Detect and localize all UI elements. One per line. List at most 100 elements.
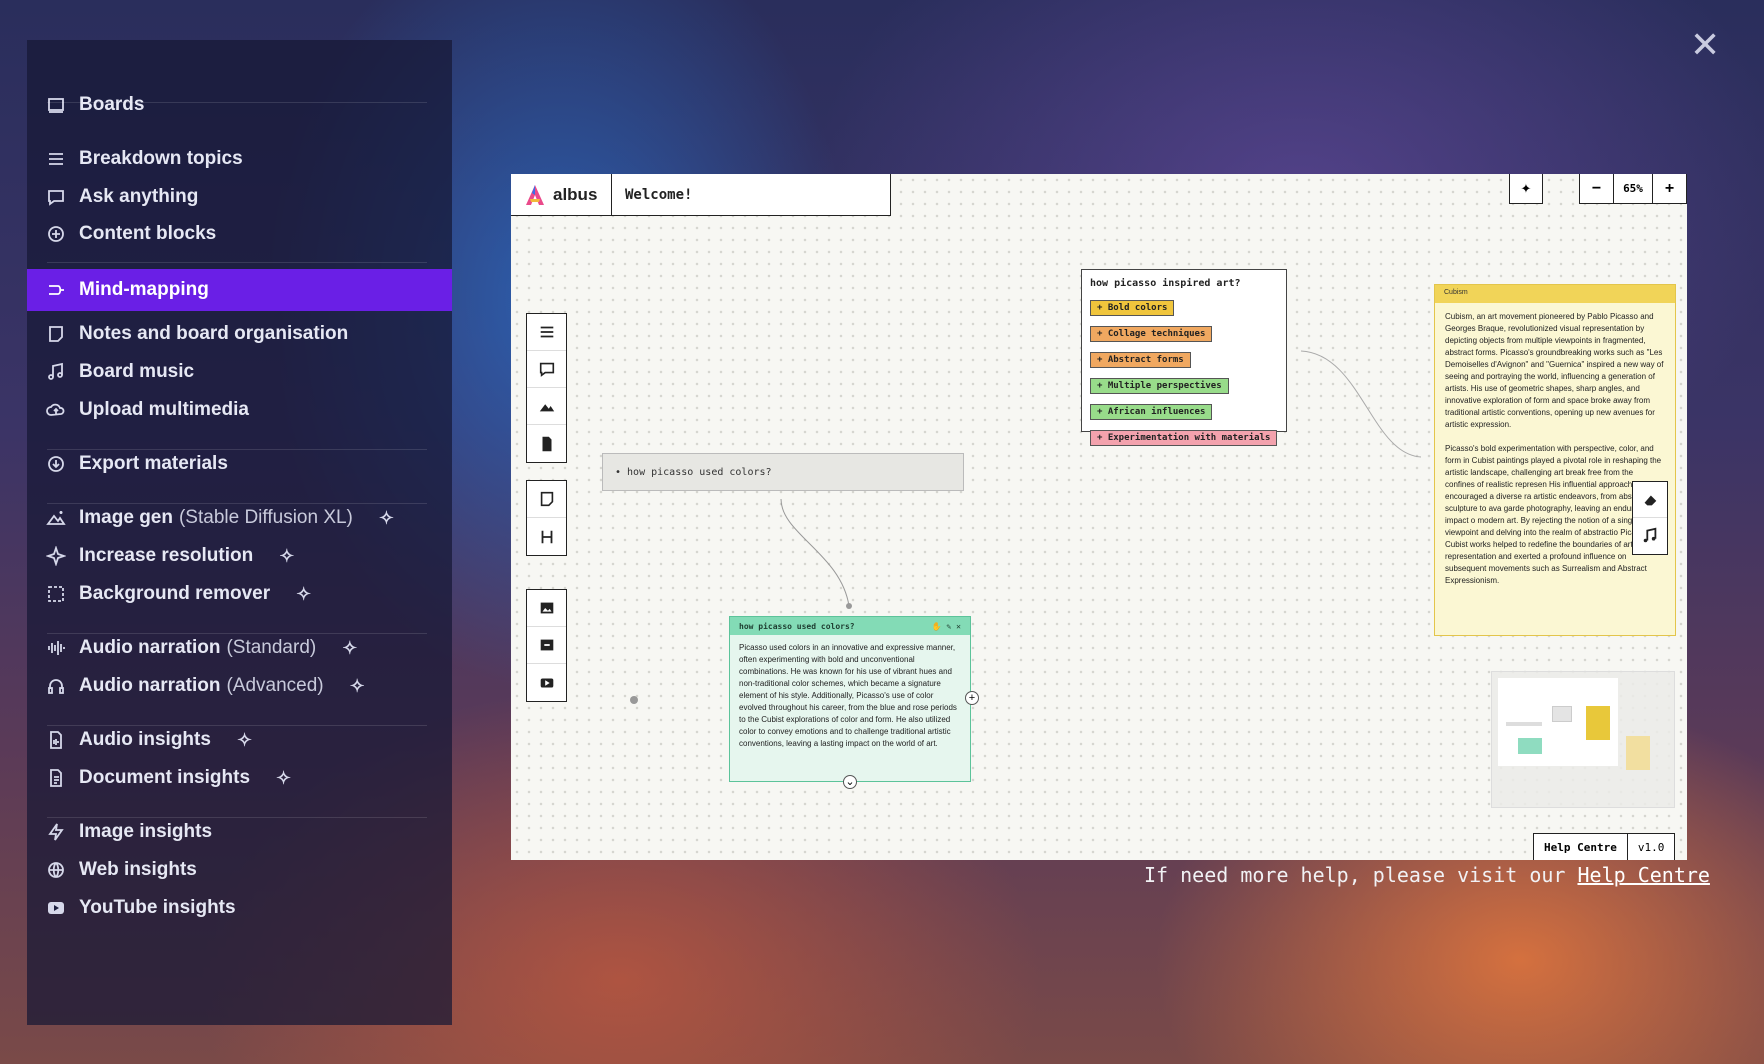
video-upload-button[interactable] <box>527 664 566 701</box>
help-strip: Help Centre v1.0 <box>1533 833 1676 860</box>
heading-tool-button[interactable] <box>527 518 566 555</box>
sidebar-item-export-materials[interactable]: Export materials <box>27 443 452 485</box>
ai-sparkle-icon: ✧ <box>296 583 312 604</box>
board-title[interactable]: Welcome! <box>612 174 692 215</box>
answer-card[interactable]: how picasso used colors? ✋ ✎ ✕ Picasso u… <box>729 616 971 782</box>
sidebar-item-mind-mapping[interactable]: Mind-mapping <box>27 269 452 311</box>
answer-card-header: how picasso used colors? ✋ ✎ ✕ <box>730 617 970 635</box>
sidebar-item-label: Audio narration <box>79 637 221 658</box>
mind-map-chip[interactable]: + Multiple perspectives <box>1090 378 1229 394</box>
bolt-icon <box>45 821 67 843</box>
sidebar-item-document-insights[interactable]: Document insights ✧ <box>27 757 452 799</box>
chat-icon <box>539 362 554 377</box>
headphones-icon <box>45 675 67 697</box>
note-icon <box>45 323 67 345</box>
help-centre-button[interactable]: Help Centre <box>1534 834 1627 860</box>
ai-sparkle-icon: ✧ <box>279 545 295 566</box>
sidebar-item-audio-insights[interactable]: Audio insights ✧ <box>27 719 452 761</box>
text-tool-button[interactable] <box>527 314 566 351</box>
image-upload-button[interactable] <box>527 590 566 627</box>
minimap-note <box>1506 722 1542 726</box>
sidebar-item-label: Web insights <box>79 859 197 880</box>
zoom-in-button[interactable]: + <box>1653 174 1686 203</box>
mind-map-chip[interactable]: + Abstract forms <box>1090 352 1191 368</box>
cubism-paragraph: Cubism, an art movement pioneered by Pab… <box>1445 312 1664 429</box>
ai-sparkle-icon: ✧ <box>378 507 394 528</box>
ai-assist-button[interactable]: ✦ <box>1509 174 1543 204</box>
albus-logo-icon <box>526 184 544 205</box>
chat-icon <box>45 186 67 208</box>
close-icon[interactable]: ✕ <box>956 622 961 631</box>
albus-logo[interactable]: albus <box>511 174 612 215</box>
chat-tool-button[interactable] <box>527 351 566 388</box>
sidebar-item-increase-resolution[interactable]: Increase resolution ✧ <box>27 535 452 577</box>
minimap-cubism-card <box>1586 706 1610 740</box>
board-minimap[interactable] <box>1491 671 1675 808</box>
zoom-level: 65% <box>1613 174 1653 203</box>
sidebar-item-image-insights[interactable]: Image insights <box>27 811 452 853</box>
ai-sparkle-icon: ✧ <box>276 767 292 788</box>
mind-map-card[interactable]: how picasso inspired art? + Bold colors … <box>1081 269 1287 446</box>
cloud-upload-icon <box>45 399 67 421</box>
eraser-button[interactable] <box>1633 482 1667 518</box>
sidebar-item-web-insights[interactable]: Web insights <box>27 849 452 891</box>
expand-handle[interactable]: ⌄ <box>843 775 857 789</box>
sidebar-item-background-remover[interactable]: Background remover ✧ <box>27 573 452 615</box>
image-gen-icon <box>45 507 67 529</box>
sidebar-item-notes[interactable]: Notes and board organisation <box>27 313 452 355</box>
document-tool-button[interactable] <box>527 425 566 462</box>
music-button[interactable] <box>1633 518 1667 554</box>
albus-board-preview: albus Welcome! ✦ − 65% + • how picasso u… <box>511 174 1687 860</box>
board-top-bar: albus Welcome! <box>511 174 891 216</box>
ai-sparkle-icon: ✧ <box>342 637 358 658</box>
close-overlay-button[interactable]: ✕ <box>1690 27 1720 63</box>
eraser-icon <box>1644 495 1657 505</box>
connector-dot[interactable] <box>630 696 638 704</box>
sidebar-item-youtube-insights[interactable]: YouTube insights <box>27 887 452 929</box>
media-toolbar <box>526 589 567 702</box>
dashed-square-icon <box>45 583 67 605</box>
zoom-out-button[interactable]: − <box>1580 174 1613 203</box>
sidebar-item-image-gen[interactable]: Image gen (Stable Diffusion XL) ✧ <box>27 497 452 539</box>
sidebar-item-label: YouTube insights <box>79 897 236 918</box>
sidebar-item-label: Upload multimedia <box>79 399 249 420</box>
mind-map-chip[interactable]: + Experimentation with materials <box>1090 430 1278 446</box>
sidebar-item-audio-narration-advanced[interactable]: Audio narration (Advanced) ✧ <box>27 665 452 707</box>
question-note[interactable]: • how picasso used colors? <box>602 453 964 491</box>
logo-text: albus <box>553 184 598 204</box>
edit-icon[interactable]: ✎ <box>947 622 952 631</box>
sidebar-item-audio-narration-standard[interactable]: Audio narration (Standard) ✧ <box>27 627 452 669</box>
sidebar-item-breakdown-topics[interactable]: Breakdown topics <box>27 138 452 180</box>
sidebar-item-ask-anything[interactable]: Ask anything <box>27 176 452 218</box>
youtube-icon <box>45 897 67 919</box>
list-icon <box>540 326 553 338</box>
sidebar-item-label: Audio narration <box>79 675 221 696</box>
sidebar-item-board-music[interactable]: Board music <box>27 351 452 393</box>
minimap-answer-card <box>1518 738 1542 754</box>
add-connection-handle[interactable]: + <box>965 691 979 705</box>
sidebar-item-label: Breakdown topics <box>79 148 243 169</box>
content-toolbar <box>526 313 567 463</box>
sidebar-item-upload-multimedia[interactable]: Upload multimedia <box>27 389 452 431</box>
note-icon <box>540 491 553 507</box>
mind-map-title: how picasso inspired art? <box>1090 278 1241 289</box>
drag-hand-icon[interactable]: ✋ <box>932 622 942 631</box>
cubism-note-card[interactable]: Cubism Cubism, an art movement pioneered… <box>1434 284 1676 636</box>
sidebar-item-label: Mind-mapping <box>79 279 209 300</box>
help-footer: If need more help, please visit our Help… <box>1144 863 1710 887</box>
note-tool-button[interactable] <box>527 481 566 518</box>
image-gen-tool-button[interactable] <box>527 388 566 425</box>
archive-upload-button[interactable] <box>527 627 566 664</box>
sidebar-item-label: Image insights <box>79 821 213 842</box>
waveform-icon <box>45 637 67 659</box>
mind-map-chip[interactable]: + Bold colors <box>1090 300 1175 316</box>
sidebar-item-content-blocks[interactable]: Content blocks <box>27 213 452 255</box>
help-centre-link[interactable]: Help Centre <box>1577 863 1709 887</box>
mind-map-chip[interactable]: + Collage techniques <box>1090 326 1213 342</box>
mind-map-chip[interactable]: + African influences <box>1090 404 1213 420</box>
heading-icon <box>541 530 552 543</box>
sparkle-icon: ✦ <box>1520 180 1532 196</box>
sidebar-item-boards[interactable]: Boards <box>27 84 452 126</box>
card-side-toolbar <box>1632 481 1668 555</box>
globe-icon <box>45 859 67 881</box>
